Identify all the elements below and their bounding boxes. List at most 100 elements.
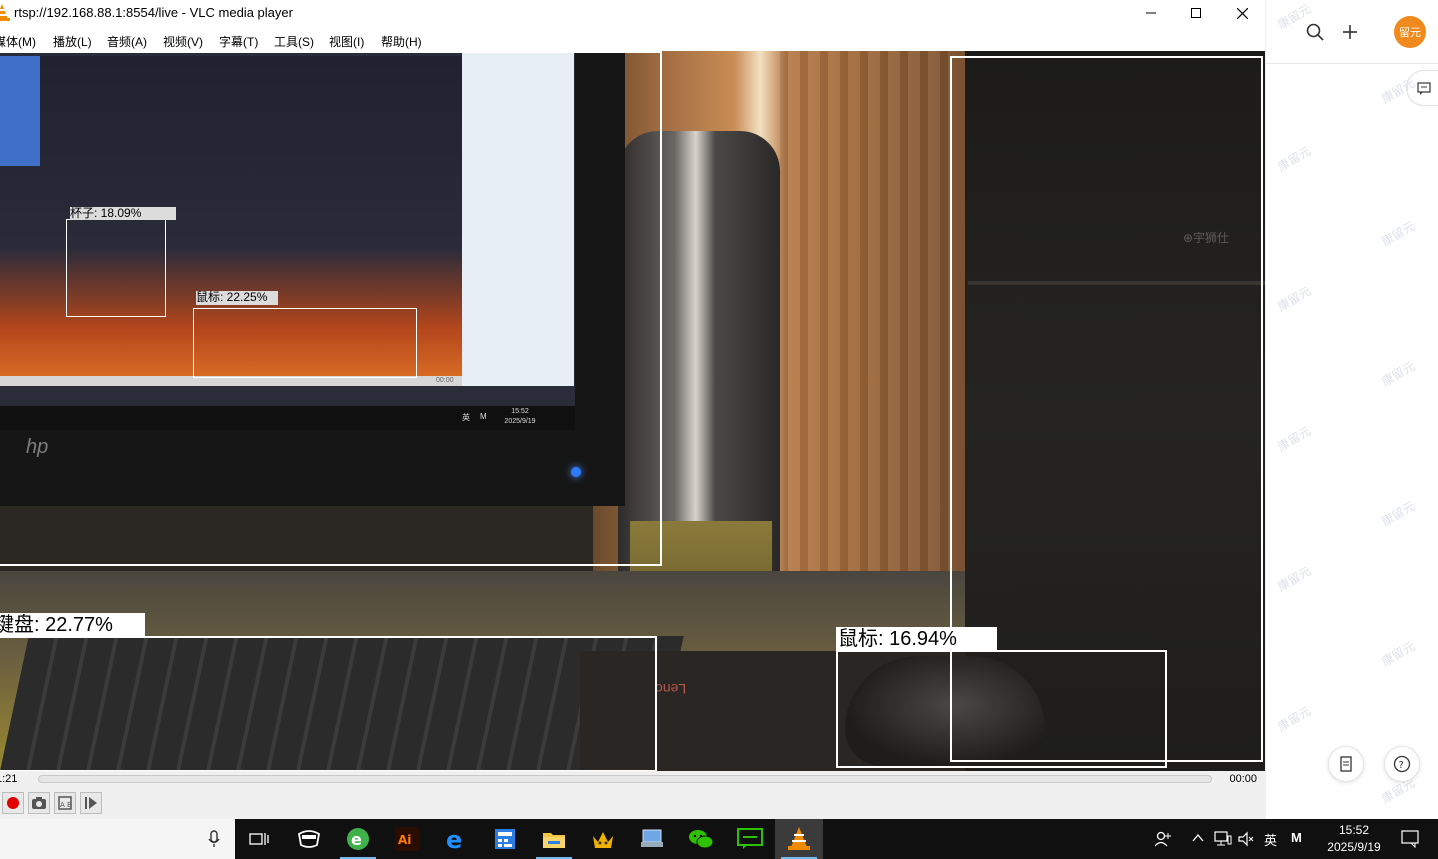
- close-button[interactable]: [1219, 0, 1265, 26]
- title-bar[interactable]: rtsp://192.168.88.1:8554/live - VLC medi…: [0, 0, 1265, 26]
- side-app-panel: 留元 康留元 康留元 康留元 康留元 康留元 康留元 康留元 康留元 康留元 康…: [1266, 0, 1438, 819]
- taskbar-app-calculator[interactable]: [481, 819, 529, 859]
- window-title: rtsp://192.168.88.1:8554/live - VLC medi…: [14, 5, 293, 20]
- taskbar-app-vlc[interactable]: [775, 819, 823, 859]
- add-icon[interactable]: [1341, 23, 1359, 41]
- menu-bar: 媒体(M) 播放(L) 音频(A) 视频(V) 字幕(T) 工具(S) 视图(I) 帮助(H): [0, 26, 1265, 52]
- notification-icon[interactable]: [1401, 830, 1419, 848]
- taskbar-app-messages[interactable]: [726, 819, 774, 859]
- minimize-icon: [1146, 12, 1156, 14]
- microphone-icon: [208, 830, 220, 847]
- menu-item-4[interactable]: 字幕(T): [219, 33, 258, 50]
- people-icon[interactable]: [1155, 831, 1171, 847]
- taskbar-app-edge[interactable]: e: [432, 819, 480, 859]
- vlc-window: rtsp://192.168.88.1:8554/live - VLC medi…: [0, 0, 1265, 819]
- maximize-button[interactable]: [1173, 0, 1219, 26]
- search-icon[interactable]: [1306, 23, 1324, 41]
- message-icon: [737, 828, 763, 849]
- menu-item-5[interactable]: 工具(S): [274, 33, 314, 50]
- vlc-icon: [788, 827, 810, 850]
- record-button[interactable]: [2, 792, 24, 814]
- remote-desktop-icon: [641, 829, 663, 847]
- doc-button[interactable]: [1328, 746, 1364, 782]
- watermark: 康留元: [1275, 703, 1314, 734]
- microphone-button[interactable]: [190, 819, 238, 859]
- clock-date: 2025/9/19: [1327, 840, 1381, 854]
- volume-muted-icon[interactable]: [1238, 831, 1254, 847]
- windows-taskbar: e Ai e 英 M 15:52 2025/9/19: [0, 819, 1438, 859]
- chat-icon: [1417, 81, 1431, 95]
- loop-ab-icon: A B: [58, 796, 72, 810]
- seek-row: 1:21 00:00: [0, 771, 1265, 788]
- nested-detection-label-mouse: 鼠标: 22.25%: [196, 291, 278, 305]
- watermark: 康留元: [1379, 638, 1418, 669]
- nested-detection-box-cup: [66, 219, 166, 317]
- controls-row: A B: [0, 788, 1265, 819]
- detection-box-mouse: [836, 650, 1167, 768]
- menu-item-7[interactable]: 帮助(H): [381, 33, 422, 50]
- taskbar-app-360-browser[interactable]: e: [334, 819, 382, 859]
- gaming-app-icon: [298, 830, 320, 848]
- wechat-icon: [689, 830, 714, 849]
- watermark: 康留元: [1275, 423, 1314, 454]
- svg-text:e: e: [351, 830, 362, 849]
- taskbar-app-remote[interactable]: [628, 819, 676, 859]
- menu-item-6[interactable]: 视图(I): [329, 33, 364, 50]
- frame-step-button[interactable]: [80, 792, 102, 814]
- taskbar-app-crown[interactable]: [579, 819, 627, 859]
- avatar[interactable]: 留元: [1394, 16, 1426, 48]
- svg-text:e: e: [446, 827, 462, 851]
- watermark: 康留元: [1379, 358, 1418, 389]
- task-view-icon: [249, 833, 269, 845]
- menu-item-1[interactable]: 播放(L): [53, 33, 92, 50]
- seek-slider[interactable]: [38, 775, 1212, 783]
- loop-ab-button[interactable]: A B: [54, 792, 76, 814]
- illustrator-icon: Ai: [395, 827, 419, 851]
- menu-item-0[interactable]: 媒体(M): [0, 33, 36, 50]
- crown-game-icon: [593, 832, 613, 848]
- taskbar-app-illustrator[interactable]: Ai: [383, 819, 431, 859]
- video-output[interactable]: ⊕宇狮仕 00:00 15:52 2025/9/19 英 M hp Leno 键…: [0, 51, 1265, 771]
- close-icon: [1236, 7, 1248, 19]
- ime-mode-indicator[interactable]: M: [1291, 830, 1302, 845]
- record-icon: [7, 797, 19, 809]
- network-icon[interactable]: [1214, 831, 1232, 847]
- camera-icon: [32, 797, 46, 809]
- calculator-icon: [495, 829, 515, 849]
- minimize-button[interactable]: [1128, 0, 1174, 26]
- taskbar-app-gaming[interactable]: [285, 819, 333, 859]
- show-hidden-icons-icon[interactable]: [1192, 833, 1204, 843]
- folder-icon: [543, 833, 565, 848]
- help-button[interactable]: ?: [1384, 746, 1420, 782]
- menu-item-2[interactable]: 音频(A): [107, 33, 147, 50]
- nested-detection-box-mouse: [193, 308, 417, 378]
- time-elapsed: 1:21: [0, 773, 18, 785]
- help-icon: ?: [1393, 755, 1411, 773]
- ime-indicator[interactable]: 英: [1264, 830, 1277, 849]
- avatar-text: 留元: [1399, 27, 1421, 39]
- taskbar-app-wechat[interactable]: [677, 819, 725, 859]
- vlc-cone-icon: [0, 4, 10, 21]
- nested-detection-label-cup: 杯子: 18.09%: [70, 207, 176, 220]
- taskbar-app-file-explorer[interactable]: [530, 819, 578, 859]
- watermark: 康留元: [1275, 563, 1314, 594]
- curtain-folds: [780, 51, 950, 611]
- time-total: 00:00: [1229, 773, 1257, 785]
- svg-text:Ai: Ai: [398, 833, 411, 847]
- detection-label-keyboard: 键盘: 22.77%: [0, 613, 145, 636]
- watermark: 康留元: [1275, 283, 1314, 314]
- detection-label-mouse: 鼠标: 16.94%: [836, 627, 997, 650]
- watermark: 康留元: [1379, 498, 1418, 529]
- task-view-button[interactable]: [235, 819, 283, 859]
- menu-item-3[interactable]: 视频(V): [163, 33, 203, 50]
- clock-time: 15:52: [1338, 823, 1370, 837]
- snapshot-button[interactable]: [28, 792, 50, 814]
- browser-360-icon: e: [347, 828, 369, 850]
- watermark: 康留元: [1275, 143, 1314, 174]
- svg-text:?: ?: [1399, 760, 1404, 771]
- edge-icon: e: [446, 827, 462, 851]
- svg-text:A B: A B: [60, 801, 72, 809]
- maximize-icon: [1191, 8, 1201, 18]
- watermark: 康留元: [1379, 218, 1418, 249]
- taskbar-clock[interactable]: 15:52 2025/9/19: [1320, 822, 1388, 856]
